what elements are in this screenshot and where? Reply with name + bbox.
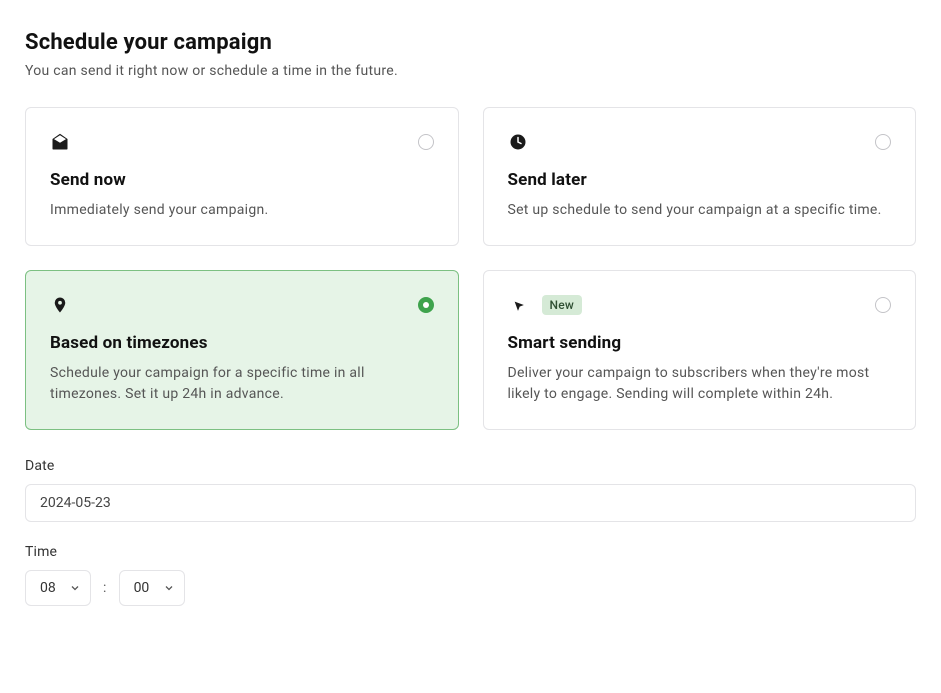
card-top-left <box>50 295 70 315</box>
hour-select-wrap: 08 <box>25 570 91 606</box>
card-top: New <box>508 295 892 315</box>
date-input[interactable] <box>25 484 916 522</box>
option-title: Send now <box>50 170 434 190</box>
option-title: Send later <box>508 170 892 190</box>
option-desc: Schedule your campaign for a specific ti… <box>50 363 434 405</box>
card-top-left <box>508 132 528 152</box>
time-row: 08 : 00 <box>25 570 916 606</box>
card-top-left <box>50 132 70 152</box>
mail-open-icon <box>50 132 70 152</box>
card-top <box>50 132 434 152</box>
location-pin-icon <box>50 295 70 315</box>
option-send-later[interactable]: Send later Set up schedule to send your … <box>483 107 917 246</box>
date-label: Date <box>25 458 916 474</box>
card-top-left: New <box>508 295 583 315</box>
page-title: Schedule your campaign <box>25 30 916 55</box>
radio-smart-sending[interactable] <box>875 297 891 313</box>
option-desc: Deliver your campaign to subscribers whe… <box>508 363 892 405</box>
radio-timezones[interactable] <box>418 297 434 313</box>
new-badge: New <box>542 295 583 315</box>
date-section: Date <box>25 458 916 522</box>
clock-icon <box>508 132 528 152</box>
option-desc: Immediately send your campaign. <box>50 200 434 221</box>
schedule-options-grid: Send now Immediately send your campaign.… <box>25 107 916 430</box>
option-timezones[interactable]: Based on timezones Schedule your campaig… <box>25 270 459 430</box>
minute-select-wrap: 00 <box>119 570 185 606</box>
cursor-sparkle-icon <box>508 295 528 315</box>
card-top <box>50 295 434 315</box>
time-label: Time <box>25 544 916 560</box>
option-title: Based on timezones <box>50 333 434 353</box>
radio-send-now[interactable] <box>418 134 434 150</box>
option-title: Smart sending <box>508 333 892 353</box>
minute-select[interactable]: 00 <box>119 570 185 606</box>
option-desc: Set up schedule to send your campaign at… <box>508 200 892 221</box>
card-top <box>508 132 892 152</box>
option-send-now[interactable]: Send now Immediately send your campaign. <box>25 107 459 246</box>
time-section: Time 08 : 00 <box>25 544 916 606</box>
page-subtitle: You can send it right now or schedule a … <box>25 63 916 79</box>
time-separator: : <box>103 580 107 596</box>
hour-select[interactable]: 08 <box>25 570 91 606</box>
radio-send-later[interactable] <box>875 134 891 150</box>
option-smart-sending[interactable]: New Smart sending Deliver your campaign … <box>483 270 917 430</box>
